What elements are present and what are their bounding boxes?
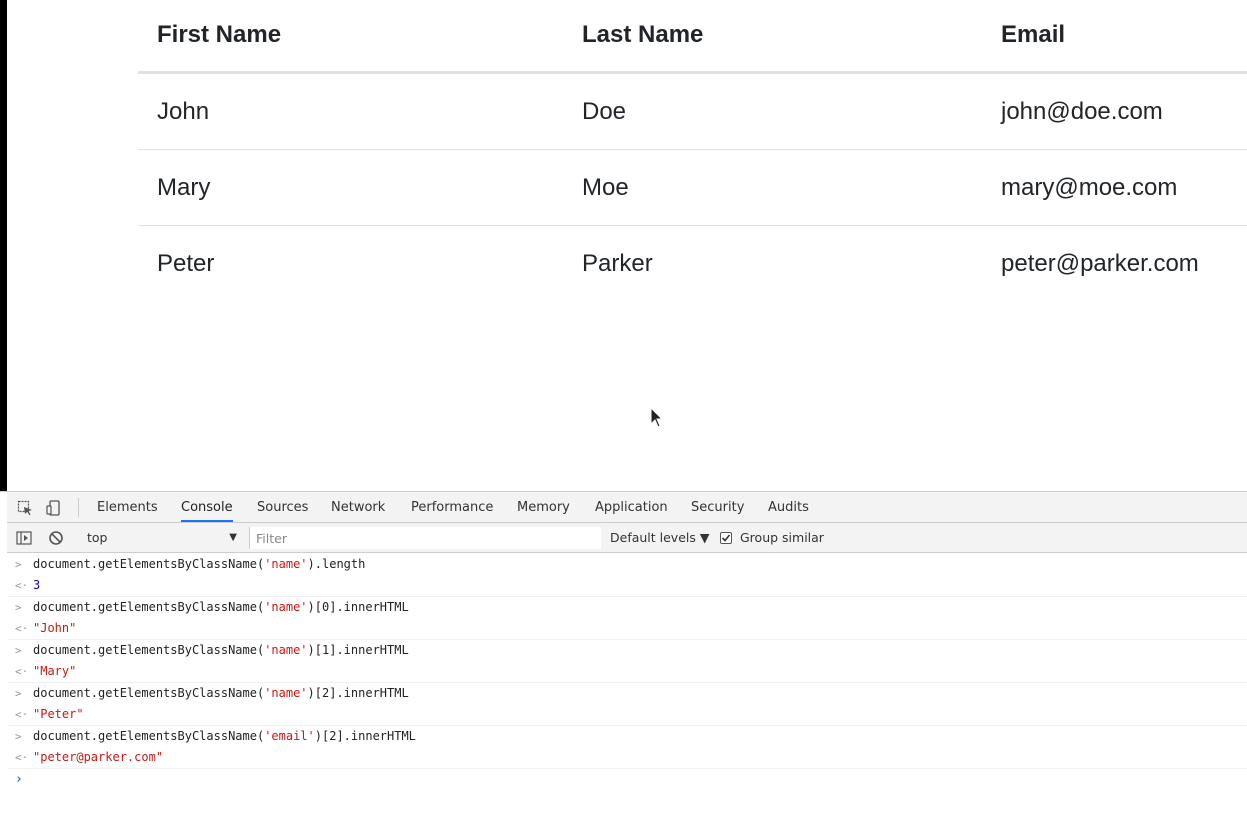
console-output: > document.getElementsByClassName('name')…	[7, 554, 1247, 790]
input-chevron-icon: >	[15, 558, 22, 571]
code-string: 'email'	[264, 729, 315, 743]
code: document.getElementsByClassName(	[33, 643, 265, 657]
code-string: 'name'	[264, 686, 308, 700]
code-string: 'name'	[264, 600, 308, 614]
result-arrow-icon: <·	[15, 708, 29, 721]
code: )[2].innerHTML	[314, 729, 416, 743]
tab-network[interactable]: Network	[331, 492, 385, 522]
result-value: "peter@parker.com"	[33, 750, 164, 764]
console-result-line: <· "John"	[7, 618, 1247, 639]
context-selector[interactable]: top ▼	[87, 528, 237, 548]
cell-email: john@doe.com	[1001, 98, 1163, 125]
cell-first-name: Mary	[157, 174, 211, 201]
code-string: 'name'	[264, 643, 308, 657]
input-chevron-icon: >	[15, 730, 22, 743]
console-input-line: > document.getElementsByClassName('email'…	[7, 726, 1247, 747]
console-result-line: <· "Mary"	[7, 661, 1247, 682]
input-chevron-icon: >	[15, 644, 22, 657]
table-header-row: First Name Last Name Email	[138, 0, 1247, 74]
result-arrow-icon: <·	[15, 665, 29, 678]
cell-last-name: Moe	[582, 174, 629, 201]
table-row: Peter Parker peter@parker.com	[138, 226, 1247, 302]
cell-first-name: Peter	[157, 250, 215, 277]
users-table: First Name Last Name Email John Doe john…	[138, 0, 1247, 302]
tab-memory[interactable]: Memory	[517, 492, 570, 522]
toolbar-divider	[78, 498, 79, 517]
show-sidebar-icon[interactable]	[16, 530, 32, 546]
table-row: Mary Moe mary@moe.com	[138, 150, 1247, 226]
log-levels-dropdown[interactable]: Default levels ▼	[610, 528, 709, 548]
devtools-tab-bar: Elements Console Sources Network Perform…	[7, 492, 1247, 523]
header-email: Email	[1001, 21, 1066, 48]
window-left-edge	[0, 0, 7, 494]
result-arrow-icon: <·	[15, 622, 29, 635]
cell-first-name: John	[157, 98, 210, 125]
console-result-line: <· 3	[7, 575, 1247, 596]
code: )[1].innerHTML	[307, 643, 409, 657]
code-string: 'name'	[264, 557, 308, 571]
code: document.getElementsByClassName(	[33, 600, 265, 614]
console-entry: > document.getElementsByClassName('name')…	[7, 683, 1247, 726]
device-toolbar-icon[interactable]	[46, 500, 62, 516]
tab-performance[interactable]: Performance	[411, 492, 493, 522]
table-row: John Doe john@doe.com	[138, 74, 1247, 150]
result-value: "Mary"	[33, 664, 77, 678]
result-arrow-icon: <·	[15, 579, 29, 592]
tab-console[interactable]: Console	[181, 492, 233, 522]
context-value: top	[87, 530, 108, 545]
clear-console-icon[interactable]	[48, 530, 64, 546]
header-last-name: Last Name	[582, 21, 704, 48]
cell-email: mary@moe.com	[1001, 174, 1178, 201]
group-similar-checkbox[interactable]	[720, 532, 732, 544]
result-value: "Peter"	[33, 707, 84, 721]
console-toolbar: top ▼ Default levels ▼ Group similar	[7, 523, 1247, 553]
group-similar-label: Group similar	[740, 530, 824, 545]
console-prompt[interactable]: ›	[7, 769, 1247, 790]
dropdown-arrow-icon: ▼	[229, 532, 237, 543]
console-entry: > document.getElementsByClassName('name')…	[7, 640, 1247, 683]
mouse-cursor-icon	[650, 407, 664, 428]
result-arrow-icon: <·	[15, 751, 29, 764]
console-result-line: <· "Peter"	[7, 704, 1247, 725]
input-chevron-icon: >	[15, 601, 22, 614]
prompt-chevron-icon: ›	[15, 772, 23, 787]
console-entry: > document.getElementsByClassName('name')…	[7, 554, 1247, 597]
code: )[0].innerHTML	[307, 600, 409, 614]
console-result-line: <· "peter@parker.com"	[7, 747, 1247, 768]
cell-email: peter@parker.com	[1001, 250, 1199, 277]
console-input-line: > document.getElementsByClassName('name')…	[7, 554, 1247, 575]
code: document.getElementsByClassName(	[33, 729, 265, 743]
input-chevron-icon: >	[15, 687, 22, 700]
tab-elements[interactable]: Elements	[97, 492, 158, 522]
code: )[2].innerHTML	[307, 686, 409, 700]
inspect-element-icon[interactable]	[17, 500, 33, 516]
result-value: 3	[33, 578, 41, 592]
console-input-line: > document.getElementsByClassName('name')…	[7, 640, 1247, 661]
code: document.getElementsByClassName(	[33, 686, 265, 700]
result-value: "John"	[33, 621, 77, 635]
console-entry: > document.getElementsByClassName('name')…	[7, 597, 1247, 640]
cell-last-name: Parker	[582, 250, 653, 277]
console-input-line: > document.getElementsByClassName('name')…	[7, 597, 1247, 618]
console-entry: > document.getElementsByClassName('email'…	[7, 726, 1247, 769]
code: ).length	[307, 557, 366, 571]
tab-security[interactable]: Security	[691, 492, 744, 522]
devtools-panel: Elements Console Sources Network Perform…	[0, 491, 1247, 816]
code: document.getElementsByClassName(	[33, 557, 265, 571]
header-first-name: First Name	[157, 21, 282, 48]
tab-sources[interactable]: Sources	[257, 492, 308, 522]
filter-input[interactable]	[249, 527, 601, 549]
cell-last-name: Doe	[582, 98, 627, 125]
tab-audits[interactable]: Audits	[768, 492, 809, 522]
console-input-line: > document.getElementsByClassName('name')…	[7, 683, 1247, 704]
tab-application[interactable]: Application	[595, 492, 668, 522]
